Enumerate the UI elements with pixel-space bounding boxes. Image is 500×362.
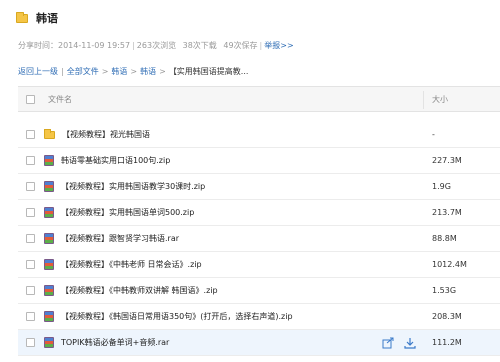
row-checkbox[interactable] bbox=[26, 312, 35, 321]
archive-icon bbox=[44, 181, 54, 192]
file-size: 213.7M bbox=[432, 208, 462, 217]
file-name[interactable]: 【视频教程】实用韩国语单词500.zip bbox=[61, 207, 194, 218]
folder-icon bbox=[16, 11, 28, 23]
archive-icon bbox=[44, 233, 54, 244]
table-row[interactable]: 【视频教程】视光韩国语 - bbox=[18, 122, 500, 148]
file-size: - bbox=[432, 130, 435, 139]
row-checkbox[interactable] bbox=[26, 208, 35, 217]
table-row[interactable]: 【视频教程】《中韩老师 日常会话》.zip 1012.4M bbox=[18, 252, 500, 278]
file-name[interactable]: 【视频教程】跟智贤学习韩语.rar bbox=[61, 233, 179, 244]
archive-icon bbox=[44, 285, 54, 296]
report-link[interactable]: 举报>> bbox=[264, 41, 293, 50]
file-name[interactable]: 【视频教程】《韩国语日常用语350句》(打开后，选择右声道).zip bbox=[61, 311, 293, 322]
archive-icon bbox=[44, 337, 54, 348]
breadcrumb-current: 【实用韩国语提高教... bbox=[168, 67, 249, 76]
page-title: 韩语 bbox=[36, 12, 58, 25]
row-checkbox[interactable] bbox=[26, 182, 35, 191]
table-row[interactable]: 【视频教程】《韩国语日常用语350句》(打开后，选择右声道).zip 208.3… bbox=[18, 304, 500, 330]
table-row[interactable]: 【视频教程】实用韩国语单词500.zip 213.7M bbox=[18, 200, 500, 226]
download-icon[interactable] bbox=[404, 337, 416, 349]
folder-icon bbox=[44, 128, 55, 139]
file-size: 208.3M bbox=[432, 312, 462, 321]
file-size: 1.9G bbox=[432, 182, 451, 191]
table-row[interactable]: 【视频教程】跟智贤学习韩语.rar 88.8M bbox=[18, 226, 500, 252]
breadcrumb-level2-link[interactable]: 韩语 bbox=[140, 67, 156, 76]
archive-icon bbox=[44, 259, 54, 270]
breadcrumb: 返回上一级 | 全部文件 > 韩语 > 韩语 > 【实用韩国语提高教... bbox=[18, 67, 249, 76]
table-row[interactable]: 【视频教程】《中韩教师双讲解 韩国语》.zip 1.53G bbox=[18, 278, 500, 304]
back-link[interactable]: 返回上一级 bbox=[18, 67, 58, 76]
file-name[interactable]: 【视频教程】《中韩老师 日常会话》.zip bbox=[61, 259, 202, 270]
file-size: 111.2M bbox=[432, 338, 462, 347]
file-name[interactable]: TOPIK韩语必备单词+音频.rar bbox=[61, 337, 169, 348]
file-size: 1.53G bbox=[432, 286, 457, 295]
row-checkbox[interactable] bbox=[26, 234, 35, 243]
row-checkbox[interactable] bbox=[26, 286, 35, 295]
file-table: 文件名 大小 【视频教程】视光韩国语 - 韩语零基础实用口语100句.zip 2… bbox=[18, 86, 500, 356]
file-name[interactable]: 【视频教程】视光韩国语 bbox=[62, 129, 150, 140]
all-files-link[interactable]: 全部文件 bbox=[67, 67, 99, 76]
share-time: 分享时间：2014-11-09 19:57 bbox=[18, 41, 131, 50]
table-row[interactable]: 【视频教程】实用韩国语教学30课时.zip 1.9G bbox=[18, 174, 500, 200]
table-row[interactable]: 韩语零基础实用口语100句.zip 227.3M bbox=[18, 148, 500, 174]
file-size: 88.8M bbox=[432, 234, 457, 243]
page-header: 韩语 bbox=[16, 10, 58, 26]
row-checkbox[interactable] bbox=[26, 338, 35, 347]
table-header: 文件名 大小 bbox=[18, 86, 500, 112]
breadcrumb-level1-link[interactable]: 韩语 bbox=[111, 67, 127, 76]
column-header-name[interactable]: 文件名 bbox=[48, 94, 72, 105]
select-all-checkbox[interactable] bbox=[26, 94, 35, 104]
file-name[interactable]: 【视频教程】《中韩教师双讲解 韩国语》.zip bbox=[61, 285, 218, 296]
save-count: 49次保存 bbox=[223, 41, 258, 50]
file-size: 227.3M bbox=[432, 156, 462, 165]
archive-icon bbox=[44, 207, 54, 218]
column-header-size[interactable]: 大小 bbox=[432, 94, 448, 105]
view-count: 263次浏览 bbox=[136, 41, 177, 50]
file-name[interactable]: 韩语零基础实用口语100句.zip bbox=[61, 155, 170, 166]
column-divider bbox=[423, 91, 424, 109]
table-row[interactable]: TOPIK韩语必备单词+音频.rar 111.2M bbox=[18, 330, 500, 356]
file-name[interactable]: 【视频教程】实用韩国语教学30课时.zip bbox=[61, 181, 205, 192]
share-meta: 分享时间：2014-11-09 19:57 | 263次浏览 38次下载 49次保存… bbox=[18, 41, 294, 50]
download-count: 38次下载 bbox=[182, 41, 217, 50]
archive-icon bbox=[44, 155, 54, 166]
row-checkbox[interactable] bbox=[26, 260, 35, 269]
file-size: 1012.4M bbox=[432, 260, 467, 269]
archive-icon bbox=[44, 311, 54, 322]
row-checkbox[interactable] bbox=[26, 156, 35, 165]
row-checkbox[interactable] bbox=[26, 130, 35, 139]
share-icon[interactable] bbox=[382, 337, 394, 349]
